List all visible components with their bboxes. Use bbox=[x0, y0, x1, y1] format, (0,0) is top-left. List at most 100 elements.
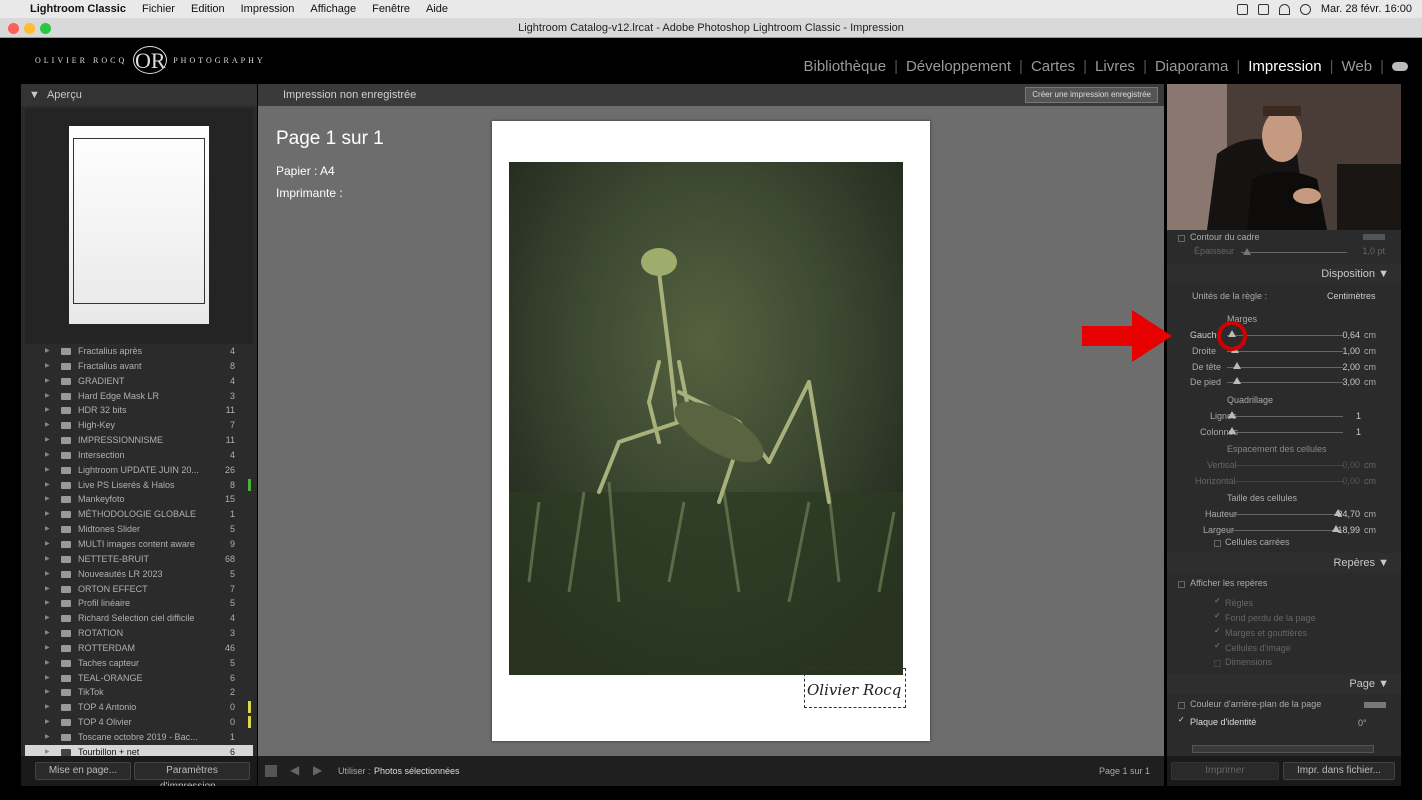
template-folder-row[interactable]: ▶ Mankeyfoto 15 bbox=[25, 492, 253, 507]
expand-triangle-icon[interactable]: ▶ bbox=[45, 730, 50, 745]
template-folder-row[interactable]: ▶ Midtones Slider 5 bbox=[25, 522, 253, 537]
spacing-horizontal-value[interactable]: 0,00 bbox=[1330, 476, 1360, 486]
template-folder-row[interactable]: ▶ IMPRESSIONNISME 11 bbox=[25, 433, 253, 448]
print-settings-button[interactable]: Paramètres d'impression... bbox=[134, 762, 250, 792]
page-bg-color-swatch[interactable] bbox=[1364, 702, 1386, 708]
use-selector[interactable]: Photos sélectionnées bbox=[374, 766, 460, 776]
template-folder-row[interactable]: ▶ ROTATION 3 bbox=[25, 626, 253, 641]
expand-triangle-icon[interactable]: ▶ bbox=[45, 611, 50, 626]
template-folder-row[interactable]: ▶ Taches capteur 5 bbox=[25, 656, 253, 671]
template-folder-row[interactable]: ▶ Tourbillon + net 6 bbox=[25, 744, 253, 756]
margin-bottom-slider-knob[interactable] bbox=[1233, 377, 1241, 384]
menu-impression[interactable]: Impression bbox=[233, 3, 303, 15]
margin-bottom-slider[interactable] bbox=[1227, 382, 1343, 383]
next-page-arrow-icon[interactable]: ▶ bbox=[313, 763, 322, 777]
module-livres[interactable]: Livres bbox=[1095, 58, 1135, 75]
guide-image-cells-check[interactable]: ✓ bbox=[1214, 641, 1221, 650]
module-impression[interactable]: Impression bbox=[1248, 58, 1321, 75]
expand-triangle-icon[interactable]: ▶ bbox=[45, 374, 50, 389]
cell-width-slider[interactable] bbox=[1227, 530, 1343, 531]
template-folder-row[interactable]: ▶ GRADIENT 4 bbox=[25, 374, 253, 389]
expand-triangle-icon[interactable]: ▶ bbox=[45, 656, 50, 671]
template-folder-row[interactable]: ▶ Lightroom UPDATE JUIN 20... 26 bbox=[25, 463, 253, 478]
page-setup-button[interactable]: Mise en page... bbox=[35, 762, 131, 780]
template-folder-row[interactable]: ▶ MULTI images content aware 9 bbox=[25, 537, 253, 552]
module-developpement[interactable]: Développement bbox=[906, 58, 1011, 75]
menu-aide[interactable]: Aide bbox=[418, 3, 456, 15]
guide-dimensions-checkbox[interactable] bbox=[1214, 660, 1221, 667]
expand-triangle-icon[interactable]: ▶ bbox=[45, 641, 50, 656]
template-folder-row[interactable]: ▶ Live PS Liserés & Halos 8 bbox=[25, 478, 253, 493]
menubar-datetime[interactable]: Mar. 28 févr. 16:00 bbox=[1321, 3, 1412, 15]
margin-top-slider[interactable] bbox=[1227, 367, 1343, 368]
module-cartes[interactable]: Cartes bbox=[1031, 58, 1075, 75]
expand-triangle-icon[interactable]: ▶ bbox=[45, 403, 50, 418]
template-folder-row[interactable]: ▶ Toscane octobre 2019 - Bac... 1 bbox=[25, 730, 253, 745]
expand-triangle-icon[interactable]: ▶ bbox=[45, 582, 50, 597]
expand-triangle-icon[interactable]: ▶ bbox=[45, 567, 50, 582]
grid-columns-value[interactable]: 1 bbox=[1331, 427, 1361, 437]
expand-triangle-icon[interactable]: ▶ bbox=[45, 715, 50, 730]
identity-plate-preview[interactable] bbox=[1192, 745, 1374, 753]
print-to-file-button[interactable]: Impr. dans fichier... bbox=[1283, 762, 1395, 780]
expand-triangle-icon[interactable]: ▶ bbox=[45, 418, 50, 433]
menu-fichier[interactable]: Fichier bbox=[134, 3, 183, 15]
template-folder-row[interactable]: ▶ Intersection 4 bbox=[25, 448, 253, 463]
grid-columns-slider-knob[interactable] bbox=[1228, 427, 1236, 434]
menu-fenetre[interactable]: Fenêtre bbox=[364, 3, 418, 15]
thickness-slider-knob[interactable] bbox=[1243, 248, 1251, 255]
template-folder-row[interactable]: ▶ Profil linéaire 5 bbox=[25, 596, 253, 611]
module-bibliotheque[interactable]: Bibliothèque bbox=[803, 58, 886, 75]
grid-rows-slider[interactable] bbox=[1227, 416, 1343, 417]
margin-top-slider-knob[interactable] bbox=[1233, 362, 1241, 369]
preview-panel-header[interactable]: ▼ Aperçu bbox=[21, 84, 257, 106]
print-button[interactable]: Imprimer bbox=[1171, 762, 1279, 780]
expand-triangle-icon[interactable]: ▶ bbox=[45, 626, 50, 641]
page-bg-color-checkbox[interactable] bbox=[1178, 702, 1185, 709]
menu-edition[interactable]: Edition bbox=[183, 3, 233, 15]
expand-triangle-icon[interactable]: ▶ bbox=[45, 478, 50, 493]
expand-triangle-icon[interactable]: ▶ bbox=[45, 685, 50, 700]
zoom-window-button[interactable] bbox=[40, 23, 51, 34]
cloud-icon[interactable] bbox=[1392, 62, 1408, 71]
close-window-button[interactable] bbox=[8, 23, 19, 34]
thickness-value[interactable]: 1,0 pt bbox=[1341, 246, 1385, 256]
menu-affichage[interactable]: Affichage bbox=[302, 3, 364, 15]
template-folder-row[interactable]: ▶ Richard Selection ciel difficile 4 bbox=[25, 611, 253, 626]
expand-triangle-icon[interactable]: ▶ bbox=[45, 344, 50, 359]
template-folder-row[interactable]: ▶ TikTok 2 bbox=[25, 685, 253, 700]
template-folder-row[interactable]: ▶ ROTTERDAM 46 bbox=[25, 641, 253, 656]
grid-view-icon[interactable] bbox=[265, 765, 277, 777]
template-folder-row[interactable]: ▶ TOP 4 Antonio 0 bbox=[25, 700, 253, 715]
expand-triangle-icon[interactable]: ▶ bbox=[45, 448, 50, 463]
thickness-slider[interactable] bbox=[1241, 252, 1347, 253]
prev-page-arrow-icon[interactable]: ◀ bbox=[290, 763, 299, 777]
expand-triangle-icon[interactable]: ▶ bbox=[45, 596, 50, 611]
template-folder-row[interactable]: ▶ Nouveautés LR 2023 5 bbox=[25, 567, 253, 582]
identity-plate-angle[interactable]: 0° bbox=[1358, 718, 1367, 728]
photo-cell-mantis[interactable] bbox=[509, 162, 903, 675]
minimize-window-button[interactable] bbox=[24, 23, 35, 34]
grid-columns-slider[interactable] bbox=[1227, 432, 1343, 433]
template-folder-row[interactable]: ▶ MÉTHODOLOGIE GLOBALE 1 bbox=[25, 507, 253, 522]
section-header-guides[interactable]: Repères ▼ bbox=[1167, 553, 1401, 573]
margin-left-value[interactable]: 0,64 bbox=[1330, 330, 1360, 340]
square-cells-checkbox[interactable] bbox=[1214, 540, 1221, 547]
cell-width-value[interactable]: 18,99 bbox=[1330, 525, 1360, 535]
expand-triangle-icon[interactable]: ▶ bbox=[45, 389, 50, 404]
template-folder-row[interactable]: ▶ ORTON EFFECT 7 bbox=[25, 582, 253, 597]
cell-height-slider[interactable] bbox=[1227, 514, 1343, 515]
expand-triangle-icon[interactable]: ▶ bbox=[45, 492, 50, 507]
margin-top-value[interactable]: 2,00 bbox=[1330, 362, 1360, 372]
wifi-icon[interactable] bbox=[1278, 3, 1290, 15]
margin-right-slider[interactable] bbox=[1227, 351, 1343, 352]
grid-rows-value[interactable]: 1 bbox=[1331, 411, 1361, 421]
spacing-horizontal-slider[interactable] bbox=[1227, 481, 1343, 482]
tray-icon-1[interactable] bbox=[1236, 3, 1248, 15]
expand-triangle-icon[interactable]: ▶ bbox=[45, 700, 50, 715]
guide-rulers-check[interactable]: ✓ bbox=[1214, 596, 1221, 605]
spacing-vertical-value[interactable]: 0,00 bbox=[1330, 460, 1360, 470]
expand-triangle-icon[interactable]: ▶ bbox=[45, 433, 50, 448]
expand-triangle-icon[interactable]: ▶ bbox=[45, 507, 50, 522]
cell-height-value[interactable]: 24,70 bbox=[1330, 509, 1360, 519]
